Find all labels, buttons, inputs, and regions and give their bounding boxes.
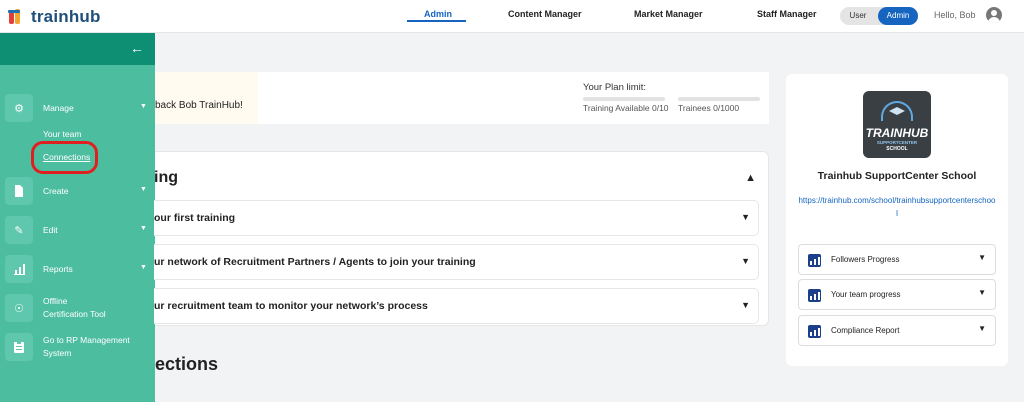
school-card: TRAINHUB SUPPORTCENTER SCHOOL Trainhub S… bbox=[786, 74, 1008, 366]
sidebar: ← ⚙ Manage ▼ Your team Connections Creat… bbox=[0, 33, 155, 402]
report-label: Your team progress bbox=[831, 290, 901, 299]
training-progress-bar bbox=[583, 97, 665, 101]
school-logo-title: TRAINHUB bbox=[865, 126, 929, 140]
report-chart-icon bbox=[808, 325, 821, 338]
training-step-label: ur network of Recruitment Partners / Age… bbox=[154, 256, 476, 268]
training-step-row[interactable]: our first training ▼ bbox=[154, 200, 759, 236]
chevron-down-icon: ▼ bbox=[741, 256, 750, 266]
chevron-down-icon: ▼ bbox=[978, 288, 986, 297]
training-step-label: our first training bbox=[154, 212, 236, 224]
sidebar-item-create[interactable]: Create ▼ bbox=[0, 176, 155, 206]
greeting-text: Hello, Bob bbox=[934, 10, 976, 20]
welcome-banner: back Bob TrainHub! bbox=[155, 72, 258, 124]
school-url-link[interactable]: https://trainhub.com/school/trainhubsupp… bbox=[798, 194, 996, 220]
report-followers-progress[interactable]: Followers Progress ▼ bbox=[798, 244, 996, 275]
sidebar-item-edit[interactable]: ✎ Edit ▼ bbox=[0, 215, 155, 245]
chevron-up-icon[interactable]: ▲ bbox=[745, 172, 756, 184]
chevron-down-icon: ▼ bbox=[140, 225, 147, 232]
training-section-title: ing bbox=[154, 169, 178, 186]
sidebar-subitem-your-team[interactable]: Your team bbox=[43, 129, 81, 139]
training-step-row[interactable]: ur network of Recruitment Partners / Age… bbox=[154, 244, 759, 280]
sidebar-item-label: Create bbox=[43, 186, 69, 196]
nav-content-manager[interactable]: Content Manager bbox=[508, 9, 582, 19]
chevron-down-icon: ▼ bbox=[741, 212, 750, 222]
sidebar-item-label: Certification Tool bbox=[43, 309, 106, 319]
connections-highlight-ring bbox=[31, 141, 98, 174]
school-logo-subtitle: SCHOOL bbox=[886, 146, 908, 152]
plan-limit-title: Your Plan limit: bbox=[583, 82, 647, 93]
chevron-down-icon: ▼ bbox=[140, 264, 147, 271]
sidebar-item-manage[interactable]: ⚙ Manage ▼ bbox=[0, 93, 155, 123]
certificate-icon: ☉ bbox=[5, 294, 33, 322]
role-admin-option[interactable]: Admin bbox=[878, 7, 918, 25]
active-tab-underline bbox=[407, 20, 466, 22]
report-label: Followers Progress bbox=[831, 255, 900, 264]
clipboard-icon bbox=[5, 333, 33, 361]
top-bar: trainhub Admin Content Manager Market Ma… bbox=[0, 0, 1024, 33]
nav-staff-manager[interactable]: Staff Manager bbox=[757, 9, 817, 19]
connections-heading: ections bbox=[155, 354, 219, 374]
nav-market-manager[interactable]: Market Manager bbox=[634, 9, 703, 19]
welcome-card: back Bob TrainHub! Your Plan limit: Trai… bbox=[155, 72, 769, 124]
chevron-down-icon: ▼ bbox=[140, 103, 147, 110]
report-label: Compliance Report bbox=[831, 326, 900, 335]
sidebar-item-label: Offline bbox=[43, 296, 68, 306]
school-logo-subtitle: SUPPORTCENTER bbox=[876, 140, 918, 145]
sidebar-item-label: Reports bbox=[43, 264, 73, 274]
trainees-progress-bar bbox=[678, 97, 760, 101]
sidebar-item-label: Go to RP Management bbox=[43, 335, 130, 345]
logo-text: trainhub bbox=[31, 7, 101, 26]
training-section: ing ▲ our first training ▼ ur network of… bbox=[154, 151, 769, 326]
report-chart-icon bbox=[808, 254, 821, 267]
report-team-progress[interactable]: Your team progress ▼ bbox=[798, 279, 996, 310]
back-arrow-icon[interactable]: ← bbox=[130, 41, 144, 55]
school-logo: TRAINHUB SUPPORTCENTER SCHOOL bbox=[863, 91, 931, 158]
welcome-text: back Bob TrainHub! bbox=[155, 100, 243, 111]
chevron-down-icon: ▼ bbox=[978, 324, 986, 333]
training-step-row[interactable]: ur recruitment team to monitor your netw… bbox=[154, 288, 759, 324]
logo-mark-icon bbox=[8, 8, 26, 26]
pencil-icon: ✎ bbox=[5, 216, 33, 244]
school-name: Trainhub SupportCenter School bbox=[817, 170, 977, 182]
sidebar-item-offline-certification[interactable]: ☉ Offline Certification Tool bbox=[0, 293, 155, 323]
training-available-label: Training Available 0/10 bbox=[583, 103, 669, 113]
sidebar-item-label: System bbox=[43, 348, 72, 358]
report-compliance[interactable]: Compliance Report ▼ bbox=[798, 315, 996, 346]
trainees-label: Trainees 0/1000 bbox=[678, 103, 740, 113]
sidebar-item-label: Edit bbox=[43, 225, 58, 235]
user-avatar-icon[interactable] bbox=[986, 7, 1002, 23]
trainhub-logo[interactable]: trainhub bbox=[8, 6, 101, 28]
sidebar-header: ← bbox=[0, 33, 155, 65]
training-step-label: ur recruitment team to monitor your netw… bbox=[154, 300, 428, 312]
sidebar-item-rp-management[interactable]: Go to RP Management System bbox=[0, 332, 155, 362]
sidebar-item-label: Manage bbox=[43, 103, 74, 113]
sidebar-item-reports[interactable]: Reports ▼ bbox=[0, 254, 155, 284]
nav-admin[interactable]: Admin bbox=[424, 9, 452, 19]
chevron-down-icon: ▼ bbox=[978, 253, 986, 262]
chevron-down-icon: ▼ bbox=[741, 300, 750, 310]
chart-icon bbox=[5, 255, 33, 283]
document-icon bbox=[5, 177, 33, 205]
report-chart-icon bbox=[808, 289, 821, 302]
chevron-down-icon: ▼ bbox=[140, 186, 147, 193]
role-user-option[interactable]: User bbox=[840, 7, 876, 25]
gear-icon: ⚙ bbox=[5, 94, 33, 122]
role-toggle[interactable]: User Admin bbox=[840, 7, 918, 25]
